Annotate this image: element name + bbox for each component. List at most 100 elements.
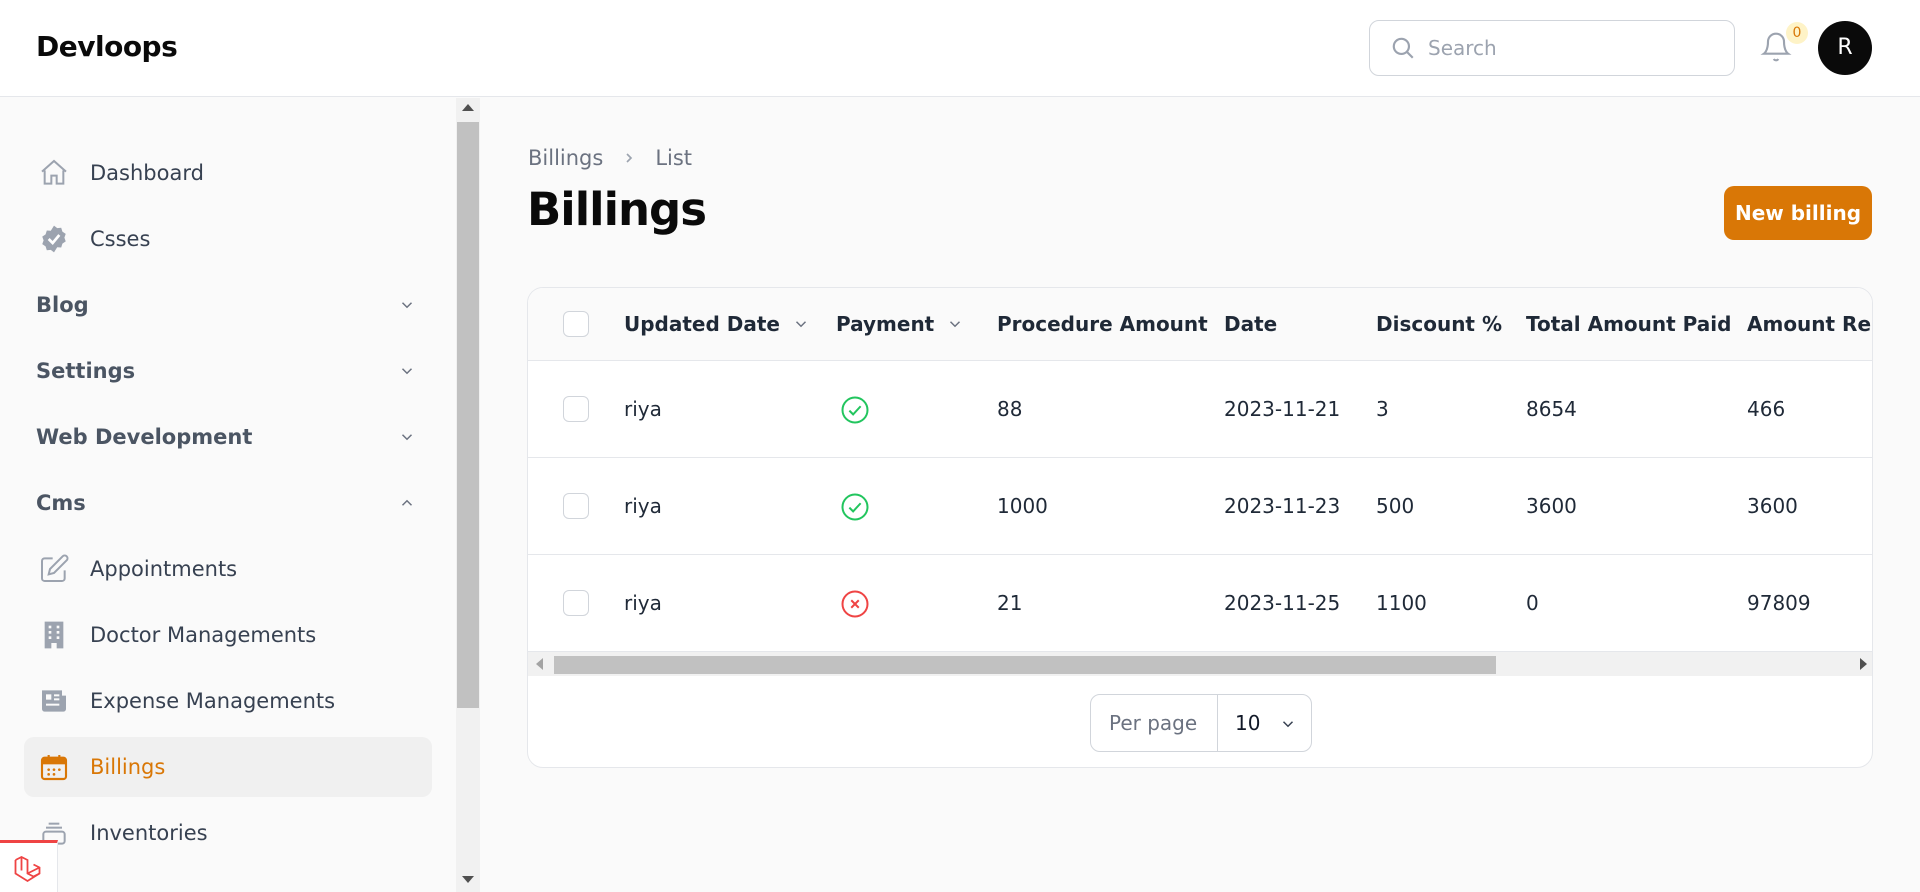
sidebar-group-label: Blog <box>36 293 89 317</box>
sidebar-group-label: Web Development <box>36 425 253 449</box>
breadcrumb-current: List <box>655 146 693 170</box>
sidebar-group-settings[interactable]: Settings <box>36 346 416 396</box>
sidebar-item-dashboard[interactable]: Dashboard <box>24 143 432 203</box>
row-checkbox[interactable] <box>563 493 589 519</box>
column-header-updated-date[interactable]: Updated Date <box>624 312 810 336</box>
pencil-square-icon <box>41 554 69 582</box>
sidebar-item-label: Expense Managements <box>90 689 336 713</box>
search-input[interactable] <box>1428 36 1708 60</box>
chevron-down-icon <box>1282 721 1294 728</box>
cell-amount-remaining: 97809 <box>1747 591 1811 615</box>
divider <box>1217 695 1218 751</box>
sidebar: Dashboard Csses Blog Settings Web Develo… <box>0 98 456 892</box>
cell-discount: 500 <box>1376 494 1415 518</box>
brand-logo[interactable]: Devloops <box>36 30 178 63</box>
table-row[interactable]: riya 88 2023-11-21 3 8654 466 <box>528 361 1872 458</box>
chevron-down-icon <box>401 302 413 309</box>
column-header-label: Updated Date <box>624 312 780 336</box>
cell-discount: 1100 <box>1376 591 1427 615</box>
sidebar-scrollbar-thumb[interactable] <box>457 122 479 708</box>
cell-procedure-amount: 1000 <box>997 494 1048 518</box>
chevron-down-icon <box>795 321 807 328</box>
breadcrumb-link-billings[interactable]: Billings <box>528 146 603 170</box>
row-checkbox[interactable] <box>563 396 589 422</box>
scroll-up-arrow-icon[interactable] <box>462 104 474 111</box>
debugbar-toggle[interactable] <box>0 840 58 892</box>
sidebar-item-label: Inventories <box>90 821 208 845</box>
sidebar-item-billings[interactable]: Billings <box>24 737 432 797</box>
check-circle-icon <box>841 396 869 424</box>
cell-total-amount-paid: 3600 <box>1526 494 1577 518</box>
cell-updated-date: riya <box>624 397 662 421</box>
newspaper-icon <box>42 690 66 712</box>
cell-procedure-amount: 21 <box>997 591 1023 615</box>
laravel-logo-icon <box>14 855 41 883</box>
column-header-label: Payment <box>836 312 935 336</box>
horizontal-scrollbar-thumb[interactable] <box>554 656 1496 674</box>
column-header-payment[interactable]: Payment <box>836 312 964 336</box>
scroll-down-arrow-icon[interactable] <box>462 876 474 883</box>
badge-check-icon <box>42 225 66 253</box>
search-box[interactable] <box>1369 20 1735 76</box>
breadcrumb: Billings List <box>528 146 692 170</box>
cell-amount-remaining: 466 <box>1747 397 1786 421</box>
table-row[interactable]: riya 1000 2023-11-23 500 3600 3600 <box>528 458 1872 555</box>
sidebar-group-blog[interactable]: Blog <box>36 280 416 330</box>
x-circle-icon <box>841 590 869 618</box>
sidebar-item-expense-managements[interactable]: Expense Managements <box>24 671 432 731</box>
search-icon <box>1392 37 1414 59</box>
sidebar-item-label: Appointments <box>90 557 238 581</box>
sidebar-item-label: Doctor Managements <box>90 623 317 647</box>
cell-total-amount-paid: 8654 <box>1526 397 1577 421</box>
column-header-date: Date <box>1224 312 1278 336</box>
scroll-left-arrow-icon[interactable] <box>536 658 543 670</box>
column-header-amount-remaining: Amount Rem <box>1747 312 1872 336</box>
notification-count-badge: 0 <box>1786 22 1808 44</box>
sidebar-item-csses[interactable]: Csses <box>24 209 432 269</box>
cell-date: 2023-11-21 <box>1224 397 1341 421</box>
sidebar-item-label: Csses <box>90 227 151 251</box>
calendar-icon <box>40 755 68 781</box>
column-header-total-amount-paid: Total Amount Paid <box>1526 312 1732 336</box>
sidebar-group-cms[interactable]: Cms <box>36 478 416 528</box>
billings-table-card: Updated Date Payment Procedure Amount Da… <box>527 287 1873 768</box>
top-bar: Devloops 0 R <box>0 0 1920 97</box>
new-billing-button[interactable]: New billing <box>1724 186 1872 240</box>
cell-date: 2023-11-25 <box>1224 591 1341 615</box>
per-page-label: Per page <box>1109 711 1198 735</box>
scroll-right-arrow-icon[interactable] <box>1860 658 1867 670</box>
column-header-discount: Discount % <box>1376 312 1502 336</box>
building-icon <box>44 621 64 649</box>
row-checkbox[interactable] <box>563 590 589 616</box>
sidebar-item-doctor-managements[interactable]: Doctor Managements <box>24 605 432 665</box>
cell-discount: 3 <box>1376 397 1389 421</box>
sidebar-item-label: Dashboard <box>90 161 204 185</box>
sidebar-group-label: Cms <box>36 491 86 515</box>
cell-amount-remaining: 3600 <box>1747 494 1798 518</box>
chevron-right-icon <box>626 153 633 163</box>
page-title: Billings <box>527 183 707 236</box>
cell-total-amount-paid: 0 <box>1526 591 1539 615</box>
sidebar-group-label: Settings <box>36 359 136 383</box>
chevron-down-icon <box>401 434 413 441</box>
table-row[interactable]: riya 21 2023-11-25 1100 0 97809 <box>528 555 1872 652</box>
sidebar-item-inventories[interactable]: Inventories <box>24 803 432 863</box>
sidebar-item-label: Billings <box>90 755 166 779</box>
select-all-checkbox[interactable] <box>563 311 589 337</box>
cell-updated-date: riya <box>624 591 662 615</box>
column-header-procedure-amount: Procedure Amount <box>997 312 1208 336</box>
chevron-down-icon <box>401 368 413 375</box>
table-header: Updated Date Payment Procedure Amount Da… <box>528 288 1872 361</box>
table-horizontal-scrollbar[interactable] <box>528 652 1872 676</box>
cell-updated-date: riya <box>624 494 662 518</box>
chevron-up-icon <box>401 499 413 506</box>
home-icon <box>41 159 67 185</box>
cell-procedure-amount: 88 <box>997 397 1023 421</box>
cell-date: 2023-11-23 <box>1224 494 1341 518</box>
user-avatar[interactable]: R <box>1818 21 1872 75</box>
sidebar-item-appointments[interactable]: Appointments <box>24 539 432 599</box>
per-page-value[interactable]: 10 <box>1235 711 1260 735</box>
sidebar-group-web-development[interactable]: Web Development <box>36 412 416 462</box>
chevron-down-icon <box>950 321 961 328</box>
per-page-select[interactable]: Per page 10 <box>1090 694 1312 752</box>
